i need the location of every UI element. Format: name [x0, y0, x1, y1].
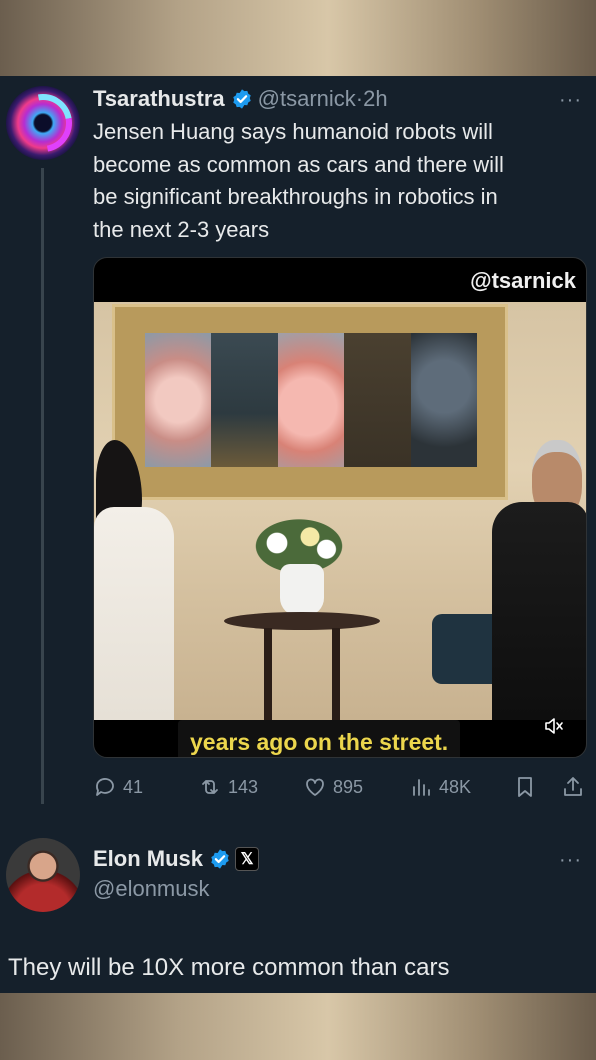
- reply-count: 41: [123, 776, 144, 797]
- heart-icon: [306, 778, 324, 796]
- view-count: 48K: [439, 776, 472, 797]
- repost-icon: [202, 780, 218, 794]
- reply-icon: [96, 778, 114, 796]
- bar-chart-icon: [413, 779, 430, 796]
- reply-header: Elon Musk 𝕏: [93, 844, 260, 874]
- reply-author-name[interactable]: Elon Musk: [93, 846, 203, 872]
- separator-dot: ·: [355, 86, 364, 111]
- author-handle[interactable]: @tsarnick: [258, 86, 356, 112]
- thread-connector-line: [41, 168, 44, 804]
- background-blur-bottom: [0, 993, 596, 1060]
- video-frame: years ago on the street.: [94, 302, 586, 757]
- repost-button[interactable]: 143: [198, 770, 258, 804]
- verified-badge-icon: [232, 89, 251, 109]
- more-options-icon[interactable]: ···: [559, 90, 582, 110]
- reply-text: They will be 10X more common than cars: [8, 954, 450, 981]
- share-icon: [564, 777, 582, 796]
- x-affiliation-badge-icon[interactable]: 𝕏: [235, 847, 260, 871]
- video-watermark: @tsarnick: [470, 268, 576, 293]
- muted-speaker-icon[interactable]: [544, 717, 564, 739]
- side-table-legs: [264, 628, 340, 720]
- painting: [145, 333, 478, 467]
- author-name[interactable]: Tsarathustra: [93, 86, 225, 112]
- painting-frame: [112, 304, 508, 500]
- background-blur-top: [0, 0, 596, 76]
- video-player[interactable]: @tsarnick years ago on the street.: [93, 257, 587, 758]
- views-button[interactable]: 48K: [409, 770, 471, 804]
- reply-author-handle[interactable]: @elonmusk: [93, 876, 210, 902]
- like-count: 895: [333, 776, 364, 797]
- person-right: [492, 502, 586, 720]
- timestamp[interactable]: 2h: [363, 86, 387, 112]
- tweet-text: Jensen Huang says humanoid robots will b…: [93, 119, 504, 242]
- reply-avatar[interactable]: [6, 838, 80, 912]
- person-left: [94, 507, 174, 720]
- reply-button[interactable]: 41: [93, 770, 143, 804]
- tweet-thread: Tsarathustra @tsarnick · 2h ··· Jensen H…: [0, 76, 596, 993]
- vase: [280, 564, 324, 616]
- reply-more-options-icon[interactable]: ···: [559, 850, 582, 870]
- tweet-actions: 41 143 895 48K: [93, 770, 587, 804]
- bookmark-icon: [518, 777, 532, 797]
- repost-count: 143: [228, 776, 259, 797]
- avatar[interactable]: [6, 86, 80, 160]
- like-button[interactable]: 895: [303, 770, 363, 804]
- verified-badge-icon: [211, 849, 229, 869]
- share-button[interactable]: [561, 770, 591, 804]
- video-caption: years ago on the street.: [178, 720, 461, 757]
- tweet-header: Tsarathustra @tsarnick · 2h: [93, 84, 388, 114]
- bookmark-button[interactable]: [513, 770, 543, 804]
